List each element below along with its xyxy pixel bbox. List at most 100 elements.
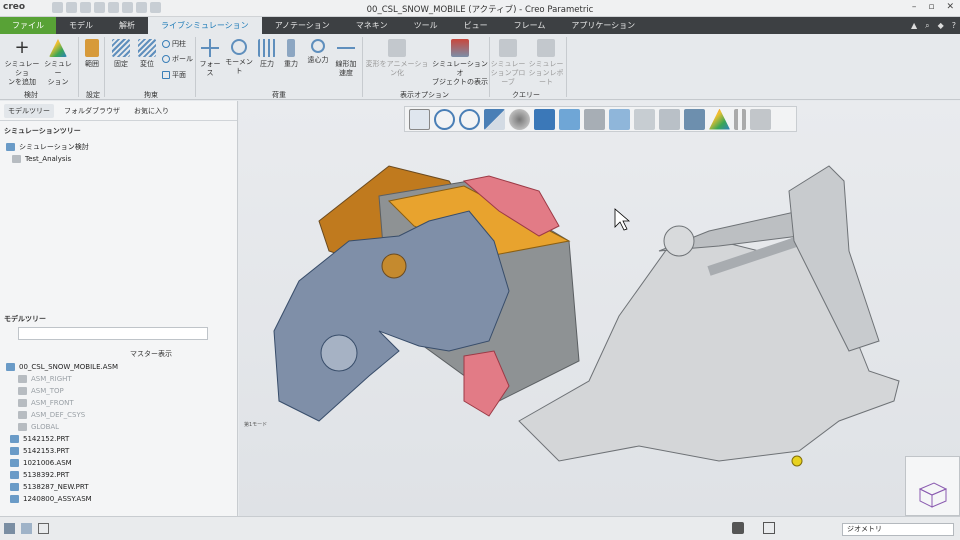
range-button[interactable]: 範囲 [82,39,102,69]
master-display-label[interactable]: マスター表示 [130,349,172,359]
group-study: 検討 [24,91,38,99]
maximize-button[interactable]: ▫ [928,2,934,12]
tab-live-simulation[interactable]: ライブシミュレーション [148,17,262,34]
tab-model[interactable]: モデル [56,17,106,34]
graphics-window[interactable]: 第1モード [239,101,960,516]
centrifugal-icon [311,39,325,53]
close-button[interactable]: ✕ [946,2,954,12]
moment-load-button[interactable]: モーメント [223,39,255,76]
tree-item-datum[interactable]: ASM_RIGHT [6,373,118,385]
simulation-report-button[interactable]: シミュレー ションレポート [527,39,565,87]
fastener-highlight [791,455,803,467]
simulation-icon [49,39,67,57]
datum-plane-icon [18,375,27,383]
tree-item-simulation-study[interactable]: シミュレーション検討 [6,141,89,153]
group-constraint: 拘束 [144,91,158,99]
pressure-icon [258,39,276,57]
assembly-icon [6,363,15,371]
ribbon-tabs: ファイル モデル 解析 ライブシミュレーション アノテーション マネキン ツール… [0,17,960,34]
show-simulation-objects-button[interactable]: シミュレーションオ ブジェクトの表示 [432,39,488,87]
tree-item-datum[interactable]: ASM_FRONT [6,397,118,409]
global-icon [18,423,27,431]
add-simulation-button[interactable]: + シミュレーショ ンを追加 [3,39,41,87]
model-tree-filter-input[interactable] [18,327,208,340]
gravity-load-button[interactable]: 重力 [280,39,302,69]
force-load-button[interactable]: フォース [198,39,222,78]
tab-annotation[interactable]: アノテーション [262,17,343,34]
tab-file[interactable]: ファイル [0,17,56,34]
tree-item-datum[interactable]: ASM_DEF_CSYS [6,409,118,421]
tab-manikin[interactable]: マネキン [343,17,401,34]
help-icon[interactable]: ? [952,21,956,30]
plane-constraint-button[interactable]: 平面 [162,70,186,80]
title-bar: creo 00_CSL_SNOW_MOBILE (アクティブ) - Creo P… [0,0,960,17]
model-tree: 00_CSL_SNOW_MOBILE.ASM ASM_RIGHT ASM_TOP… [6,361,118,505]
simulation-objects-icon [451,39,469,57]
steering-post-part[interactable] [663,225,695,257]
fullscreen-icon[interactable] [38,523,49,534]
cylinder-constraint-button[interactable]: 円柱 [162,39,186,49]
linear-acceleration-button[interactable]: 線形加 速度 [333,39,359,78]
minimize-button[interactable]: – [912,2,917,12]
tree-item-assembly[interactable]: 1240800_ASSY.ASM [6,493,118,505]
status-left-icons [4,523,49,534]
collapse-ribbon-icon[interactable]: ▲ [911,21,917,30]
tree-item-root-assembly[interactable]: 00_CSL_SNOW_MOBILE.ASM [6,361,118,373]
centrifugal-load-button[interactable]: 遠心力 [304,39,332,65]
tab-favorites[interactable]: お気に入り [130,104,173,118]
pressure-load-button[interactable]: 圧力 [256,39,278,69]
simulation-probe-button[interactable]: シミュレー ションプローブ [490,39,526,87]
datum-plane-icon [18,387,27,395]
tree-item-part[interactable]: 5138392.PRT [6,469,118,481]
plus-icon: + [14,37,30,58]
tree-item-datum[interactable]: ASM_TOP [6,385,118,397]
group-setup: 設定 [86,91,100,99]
ribbon: + シミュレーショ ンを追加 シミュレー ション 検討 範囲 設定 固定 変位 … [0,34,960,100]
navigator-toggle-icon[interactable] [4,523,15,534]
snowmobile-chassis-model[interactable]: 第1モード [239,101,960,516]
tree-item-part[interactable]: 5142153.PRT [6,445,118,457]
community-icon[interactable]: ◆ [938,21,944,30]
displacement-constraint-button[interactable]: 変位 [134,39,160,69]
tree-item-test-analysis[interactable]: Test_Analysis [6,153,89,165]
part-icon [10,483,19,491]
tree-item-datum[interactable]: GLOBAL [6,421,118,433]
tab-analysis[interactable]: 解析 [106,17,148,34]
tab-folder-browser[interactable]: フォルダブラウザ [60,104,124,118]
ball-icon [162,55,170,63]
group-display-options: 表示オプション [400,91,449,99]
tab-applications[interactable]: アプリケーション [558,17,648,34]
mouse-cursor [614,208,631,231]
tab-tools[interactable]: ツール [401,17,451,34]
cylinder-icon [162,40,170,48]
search-icon[interactable]: ⌕ [925,21,929,31]
layers-icon[interactable] [21,523,32,534]
find-icon[interactable] [732,522,744,534]
plane-icon [162,71,170,79]
tab-frame[interactable]: フレーム [501,17,559,34]
animate-deformation-button[interactable]: 変形をアニメーション化 [364,39,430,78]
window-controls: – ▫ ✕ [912,2,954,12]
probe-icon [499,39,517,57]
ball-constraint-button[interactable]: ボール [162,54,193,64]
force-icon [201,39,219,57]
selection-filter-dropdown[interactable]: ジオメトリ [842,523,954,536]
group-load: 荷重 [272,91,286,99]
end-plate-hole [320,334,358,372]
moment-icon [231,39,247,55]
tree-item-part[interactable]: 5142152.PRT [6,433,118,445]
displacement-icon [138,39,156,57]
tab-view[interactable]: ビュー [451,17,501,34]
simulation-button[interactable]: シミュレー ション [42,39,74,87]
view-triad [905,456,960,516]
analysis-icon [12,155,21,163]
tab-model-tree[interactable]: モデルツリー [4,103,54,118]
ribbon-right-controls: ▲ ⌕ ◆ ? [911,17,956,34]
status-bar: ジオメトリ [0,516,960,540]
fixed-constraint-button[interactable]: 固定 [108,39,134,69]
simulation-tree: シミュレーション検討 Test_Analysis [6,141,89,165]
datum-plane-icon [18,399,27,407]
tree-item-assembly[interactable]: 1021006.ASM [6,457,118,469]
tree-item-part[interactable]: 5138287_NEW.PRT [6,481,118,493]
selection-filter-icon[interactable] [763,522,775,534]
